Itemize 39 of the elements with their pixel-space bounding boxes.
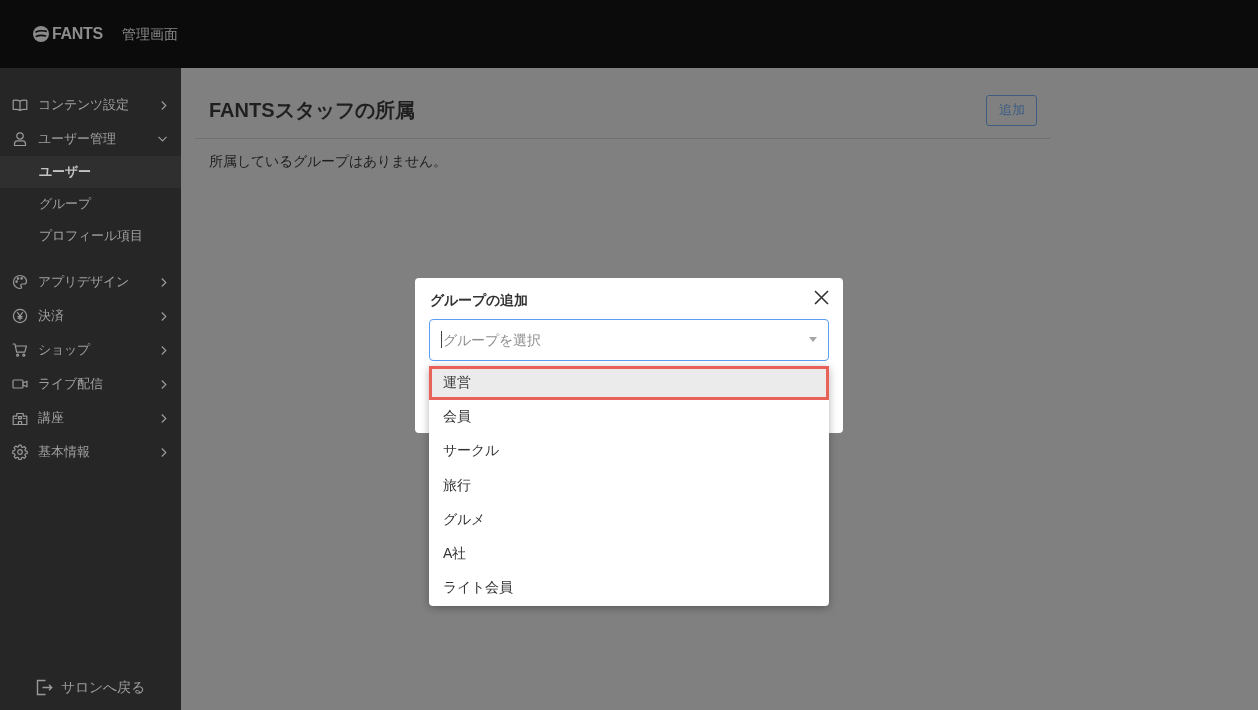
- dropdown-option[interactable]: ライト会員: [429, 570, 829, 605]
- sidebar-item[interactable]: 講座: [0, 401, 181, 435]
- close-button[interactable]: [813, 289, 829, 306]
- text-cursor-icon: [441, 331, 442, 348]
- sidebar-item[interactable]: ライブ配信: [0, 367, 181, 401]
- dialog-title: グループの追加: [429, 291, 528, 310]
- building-icon: [12, 410, 28, 426]
- sidebar-item[interactable]: アプリデザイン: [0, 265, 181, 299]
- sidebar-subitem[interactable]: ユーザー: [0, 156, 181, 188]
- sidebar-item[interactable]: コンテンツ設定: [0, 88, 181, 122]
- app-title: 管理画面: [121, 25, 178, 44]
- gear-icon: [12, 444, 28, 460]
- dropdown-option[interactable]: 会員: [429, 399, 829, 434]
- sidebar-item[interactable]: ユーザー管理: [0, 122, 181, 156]
- page-title: FANTSスタッフの所属: [209, 98, 415, 123]
- exit-icon: [36, 678, 53, 696]
- sidebar-item[interactable]: ショップ: [0, 333, 181, 367]
- circle-logo-icon: [33, 26, 49, 42]
- back-to-salon-link[interactable]: サロンへ戻る: [36, 677, 145, 697]
- yen-icon: [12, 308, 28, 324]
- user-icon: [12, 131, 28, 147]
- dropdown-option[interactable]: 運営: [429, 365, 829, 400]
- logo-text: FANTS: [52, 24, 103, 44]
- dropdown-option[interactable]: 旅行: [429, 468, 829, 503]
- sidebar-item[interactable]: 決済: [0, 299, 181, 333]
- dropdown-option[interactable]: グルメ: [429, 502, 829, 537]
- sidebar-subitem[interactable]: グループ: [0, 188, 181, 220]
- book-icon: [12, 97, 28, 113]
- dropdown-arrow-icon: [809, 337, 817, 342]
- close-icon: [813, 290, 829, 305]
- dropdown-option[interactable]: A社: [429, 536, 829, 571]
- cart-icon: [12, 342, 28, 358]
- empty-message: 所属しているグループはありません。: [208, 153, 448, 171]
- video-camera-icon: [12, 376, 28, 392]
- dropdown-option[interactable]: サークル: [429, 433, 829, 469]
- group-select-field[interactable]: グループを選択: [429, 318, 829, 361]
- sidebar-subitem[interactable]: プロフィール項目: [0, 220, 181, 252]
- palette-icon: [12, 274, 28, 290]
- sidebar-item[interactable]: 基本情報: [0, 435, 181, 469]
